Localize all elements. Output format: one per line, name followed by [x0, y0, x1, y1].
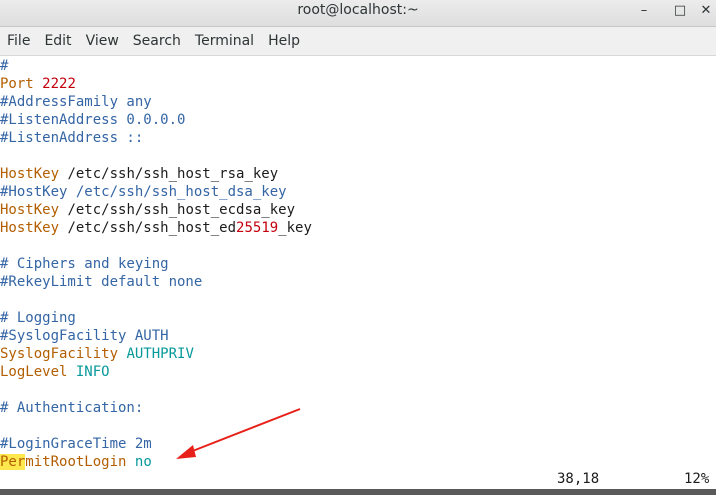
editor-line: # Logging	[0, 309, 76, 327]
code-token: HostKey	[0, 202, 60, 218]
editor-line: #RekeyLimit default none	[0, 273, 202, 291]
cursor-position: 38,18	[557, 471, 600, 487]
code-token: /etc/ssh/ssh_host_ed	[59, 220, 237, 236]
code-token: #ListenAddress 0.0.0.0	[0, 112, 186, 128]
code-token: #	[0, 58, 9, 74]
code-token: HostKey	[0, 166, 60, 182]
editor-line: # Ciphers and keying	[0, 255, 169, 273]
editor-line: #ListenAddress ::	[0, 129, 143, 147]
code-token: 25519	[236, 220, 279, 236]
minimize-icon[interactable]: –	[634, 1, 654, 21]
code-token: no	[134, 454, 152, 470]
menu-search[interactable]: Search	[126, 27, 188, 55]
code-token: # Ciphers and keying	[0, 256, 169, 272]
editor-line: HostKey /etc/ssh/ssh_host_ed25519_key	[0, 219, 312, 237]
editor-line: #	[0, 57, 8, 75]
code-token: SyslogFacility	[0, 346, 119, 362]
code-token: INFO	[75, 364, 110, 380]
editor-line: #SyslogFacility AUTH	[0, 327, 169, 345]
window-bottom-edge	[0, 489, 716, 495]
code-token: /etc/ssh/ssh_host_ecdsa_key	[59, 202, 296, 218]
window-title: root@localhost:~	[297, 2, 419, 18]
editor-line: HostKey /etc/ssh/ssh_host_ecdsa_key	[0, 201, 295, 219]
menu-bar: File Edit View Search Terminal Help	[0, 27, 716, 56]
editor-line: PermitRootLogin no	[0, 453, 152, 471]
editor-line: SyslogFacility AUTHPRIV	[0, 345, 194, 363]
code-token: #RekeyLimit default none	[0, 274, 203, 290]
code-token: # Authentication:	[0, 400, 144, 416]
code-token: HostKey	[0, 220, 60, 236]
code-token: #SyslogFacility AUTH	[0, 328, 169, 344]
editor-line: # Authentication:	[0, 399, 143, 417]
code-token: #AddressFamily any	[0, 94, 152, 110]
code-token: AUTHPRIV	[126, 346, 194, 362]
window-titlebar[interactable]: root@localhost:~ – □ ✕	[0, 0, 716, 27]
maximize-icon[interactable]: □	[670, 1, 690, 21]
code-token: Port	[0, 76, 43, 92]
editor-line: #LoginGraceTime 2m	[0, 435, 152, 453]
menu-help[interactable]: Help	[261, 27, 307, 55]
editor-line: LogLevel INFO	[0, 363, 110, 381]
editor-line: Port 2222	[0, 75, 76, 93]
terminal-editor[interactable]: # Port 2222 #AddressFamily any #ListenAddre…	[0, 56, 716, 488]
editor-line: #HostKey /etc/ssh/ssh_host_dsa_key	[0, 183, 287, 201]
close-icon[interactable]: ✕	[696, 1, 716, 21]
code-token: #ListenAddress ::	[0, 130, 144, 146]
menu-view[interactable]: View	[79, 27, 126, 55]
editor-line: HostKey /etc/ssh/ssh_host_rsa_key	[0, 165, 278, 183]
code-token: #LoginGraceTime 2m	[0, 436, 152, 452]
code-token: LogLevel	[0, 364, 68, 380]
menu-edit[interactable]: Edit	[37, 27, 78, 55]
code-token: #HostKey /etc/ssh/ssh_host_dsa_key	[0, 184, 287, 200]
editor-line: #AddressFamily any	[0, 93, 152, 111]
code-token: # Logging	[0, 310, 76, 326]
code-token: _key	[278, 220, 312, 236]
code-token: mitRootLogin	[25, 454, 127, 470]
search-highlight: Per	[0, 454, 26, 470]
menu-file[interactable]: File	[0, 27, 37, 55]
menu-terminal[interactable]: Terminal	[188, 27, 261, 55]
code-token: 2222	[42, 76, 76, 92]
scroll-percent: 12%	[684, 471, 710, 487]
code-token: /etc/ssh/ssh_host_rsa_key	[59, 166, 279, 182]
editor-line: #ListenAddress 0.0.0.0	[0, 111, 185, 129]
